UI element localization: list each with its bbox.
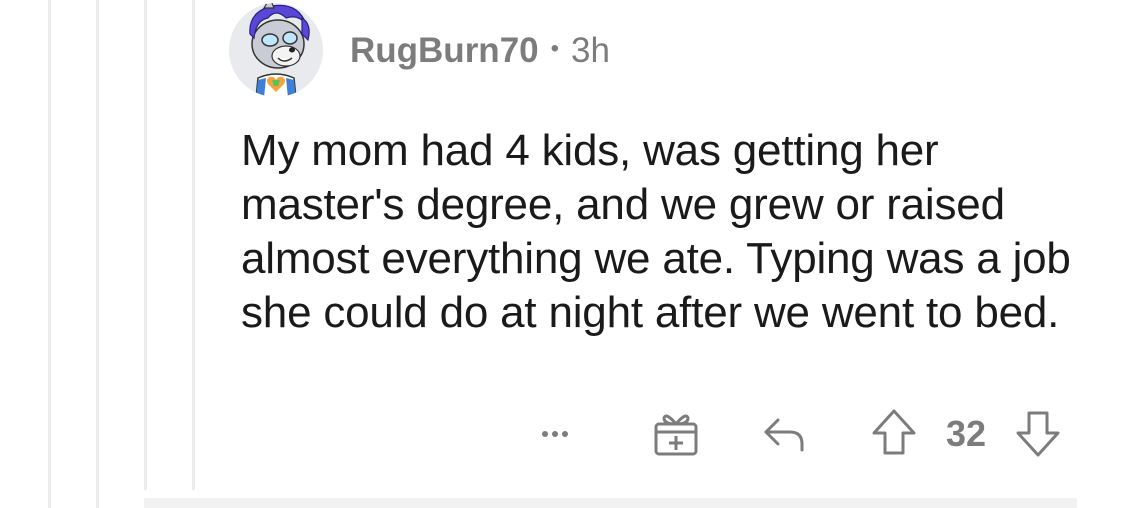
vote-score: 32 [945,413,987,454]
username[interactable]: RugBurn70 [350,31,539,71]
snoo-avatar-icon [229,3,323,97]
reply-button[interactable] [756,406,812,462]
comment-divider [144,498,1077,508]
user-avatar[interactable] [228,0,324,98]
award-button[interactable] [648,406,704,462]
gift-award-icon [654,414,698,456]
comment-body: My mom had 4 kids, was getting her maste… [241,126,1071,337]
comment-actions: 32 [0,404,1125,464]
downvote-button[interactable] [1010,404,1066,462]
separator-dot: • [550,35,560,62]
more-options-icon [542,431,568,437]
more-options-button[interactable] [530,416,580,452]
upvote-button[interactable] [866,404,922,462]
timestamp: 3h [571,31,610,70]
comment-header: RugBurn70 • 3h [350,28,610,74]
downvote-arrow-icon [1016,411,1060,457]
upvote-arrow-icon [872,409,916,455]
comment-view: RugBurn70 • 3h My mom had 4 kids, was ge… [0,0,1125,508]
reply-arrow-icon [764,418,804,452]
